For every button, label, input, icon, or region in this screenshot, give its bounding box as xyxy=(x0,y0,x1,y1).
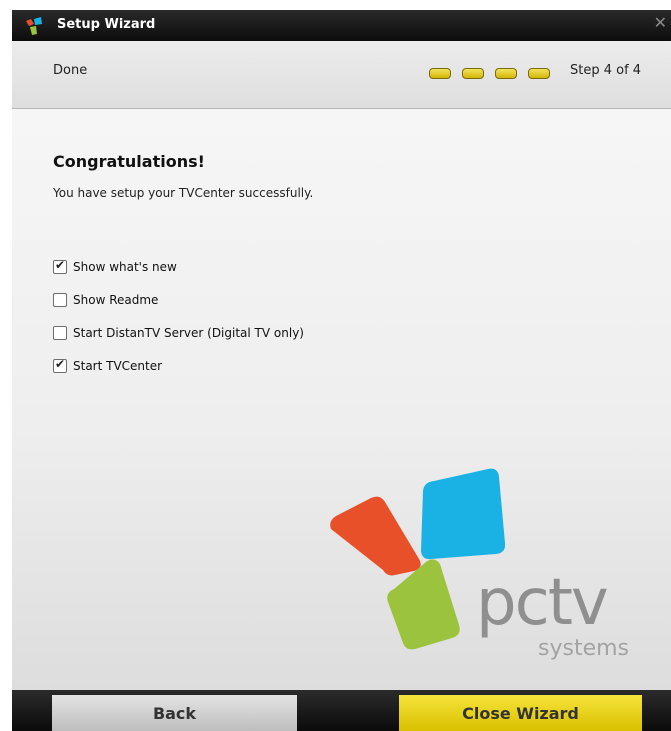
step-dot-3 xyxy=(495,68,518,79)
checkbox-show-readme[interactable] xyxy=(53,293,67,307)
option-label: Show what's new xyxy=(73,260,177,274)
wizard-content: Congratulations! You have setup your TVC… xyxy=(12,109,671,690)
page-heading: Congratulations! xyxy=(53,152,205,171)
checkbox-start-tvcenter[interactable] xyxy=(53,357,67,373)
option-show-whats-new[interactable]: Show what's new xyxy=(53,258,177,276)
step-counter: Step 4 of 4 xyxy=(570,63,642,78)
pctv-app-icon xyxy=(26,17,42,35)
wizard-header: Done Step 4 of 4 xyxy=(12,41,671,109)
logo-wordmark: pctv xyxy=(476,566,607,640)
option-start-tvcenter[interactable]: Start TVCenter xyxy=(53,357,162,375)
option-label: Start TVCenter xyxy=(73,359,163,373)
checkbox-show-whats-new[interactable] xyxy=(53,258,67,274)
step-dot-2 xyxy=(462,68,485,79)
wizard-footer: Back Close Wizard xyxy=(12,690,671,731)
step-dot-1 xyxy=(429,68,451,79)
back-button[interactable]: Back xyxy=(52,695,297,731)
close-wizard-button[interactable]: Close Wizard xyxy=(399,695,642,731)
close-icon[interactable]: ✕ xyxy=(654,15,667,31)
window-title: Setup Wizard xyxy=(57,17,156,32)
step-indicator xyxy=(429,68,556,82)
logo-blue-petal xyxy=(421,468,506,560)
checkbox-start-distantv-server[interactable] xyxy=(53,326,67,340)
logo-red-petal xyxy=(330,496,421,576)
step-title: Done xyxy=(53,63,88,78)
pctv-systems-logo: pctv systems xyxy=(330,468,629,661)
logo-tagline: systems xyxy=(538,636,629,661)
option-label: Show Readme xyxy=(73,293,159,307)
option-label: Start DistanTV Server (Digital TV only) xyxy=(73,326,304,340)
option-show-readme[interactable]: Show Readme xyxy=(53,291,158,309)
success-message: You have setup your TVCenter successfull… xyxy=(53,186,314,200)
step-dot-4 xyxy=(528,68,551,79)
setup-wizard-window: Setup Wizard ✕ Done Step 4 of 4 Congratu… xyxy=(12,10,671,731)
option-start-distantv-server[interactable]: Start DistanTV Server (Digital TV only) xyxy=(53,324,304,342)
title-bar: Setup Wizard ✕ xyxy=(12,10,671,41)
